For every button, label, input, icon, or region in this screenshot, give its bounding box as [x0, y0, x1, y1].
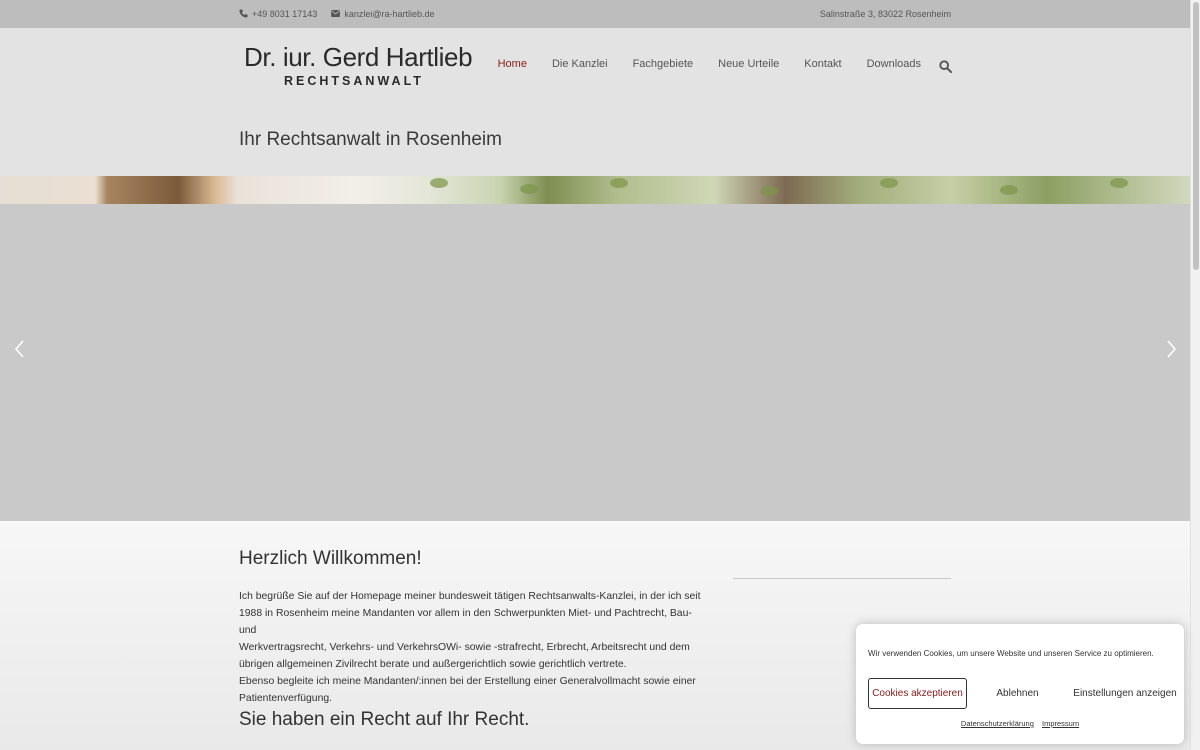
- hero-slider: [0, 176, 1190, 521]
- intro-text: Ich begrüße Sie auf der Homepage meiner …: [239, 588, 709, 707]
- top-bar: +49 8031 17143 kanzlei@ra-hartlieb.de Sa…: [0, 0, 1190, 28]
- logo[interactable]: Dr. iur. Gerd Hartlieb RECHTSANWALT: [244, 42, 473, 88]
- decline-cookies-button[interactable]: Ablehnen: [970, 678, 1065, 709]
- nav-item-kontakt[interactable]: Kontakt: [804, 58, 841, 70]
- accept-cookies-button[interactable]: Cookies akzeptieren: [868, 678, 967, 709]
- nav-item-die-kanzlei[interactable]: Die Kanzlei: [552, 58, 608, 70]
- intro-line: Ich begrüße Sie auf der Homepage meiner …: [239, 591, 701, 602]
- nav-item-downloads[interactable]: Downloads: [867, 58, 921, 70]
- slider-image-strip: [0, 176, 1190, 204]
- imprint-link[interactable]: Impressum: [1042, 719, 1079, 728]
- nav-item-neue-urteile[interactable]: Neue Urteile: [718, 58, 779, 70]
- scrollbar-thumb[interactable]: [1193, 2, 1199, 270]
- cookie-links: Datenschutzerklärung Impressum: [856, 719, 1184, 728]
- nav-item-fachgebiete[interactable]: Fachgebiete: [633, 58, 694, 70]
- logo-subtitle: RECHTSANWALT: [284, 74, 424, 88]
- cookie-buttons: Cookies akzeptieren Ablehnen Einstellung…: [868, 678, 1180, 709]
- leaf-decoration: [610, 178, 628, 188]
- phone-number: +49 8031 17143: [252, 9, 318, 19]
- phone-contact[interactable]: +49 8031 17143: [239, 8, 318, 20]
- welcome-heading: Herzlich Willkommen!: [239, 548, 422, 569]
- intro-line: Werkvertragsrecht, Verkehrs- und Verkehr…: [239, 642, 690, 653]
- search-icon[interactable]: [939, 60, 953, 74]
- main-nav: Home Die Kanzlei Fachgebiete Neue Urteil…: [473, 58, 921, 70]
- sidebar-divider: [733, 578, 951, 579]
- chevron-left-icon[interactable]: [12, 339, 28, 359]
- site-header: Dr. iur. Gerd Hartlieb RECHTSANWALT Home…: [0, 28, 1190, 176]
- intro-line: übrigen allgemeinen Zivilrecht berate un…: [239, 659, 627, 670]
- cookie-settings-button[interactable]: Einstellungen anzeigen: [1070, 678, 1180, 709]
- page-tagline: Ihr Rechtsanwalt in Rosenheim: [239, 129, 502, 150]
- rights-heading: Sie haben ein Recht auf Ihr Recht.: [239, 709, 530, 730]
- chevron-right-icon[interactable]: [1163, 339, 1179, 359]
- intro-line: Ebenso begleite ich meine Mandanten/:inn…: [239, 676, 696, 687]
- intro-line: Patientenverfügung.: [239, 693, 333, 704]
- phone-icon: [239, 8, 248, 20]
- envelope-icon: [331, 9, 341, 19]
- leaf-decoration: [1000, 185, 1018, 195]
- leaf-decoration: [880, 178, 898, 188]
- email-address: kanzlei@ra-hartlieb.de: [344, 9, 435, 19]
- cookie-consent-banner: Wir verwenden Cookies, um unsere Website…: [856, 624, 1184, 744]
- email-contact[interactable]: kanzlei@ra-hartlieb.de: [331, 9, 435, 19]
- cookie-message: Wir verwenden Cookies, um unsere Website…: [868, 649, 1154, 658]
- logo-name: Dr. iur. Gerd Hartlieb: [244, 42, 473, 72]
- nav-item-home[interactable]: Home: [498, 58, 527, 70]
- office-address: Salinstraße 3, 83022 Rosenheim: [819, 9, 951, 19]
- leaf-decoration: [520, 184, 538, 194]
- leaf-decoration: [430, 178, 448, 188]
- privacy-policy-link[interactable]: Datenschutzerklärung: [961, 719, 1034, 728]
- leaf-decoration: [1110, 178, 1128, 188]
- page-scrollbar[interactable]: [1190, 0, 1200, 750]
- intro-line: 1988 in Rosenheim meine Mandanten vor al…: [239, 608, 692, 636]
- leaf-decoration: [760, 186, 778, 196]
